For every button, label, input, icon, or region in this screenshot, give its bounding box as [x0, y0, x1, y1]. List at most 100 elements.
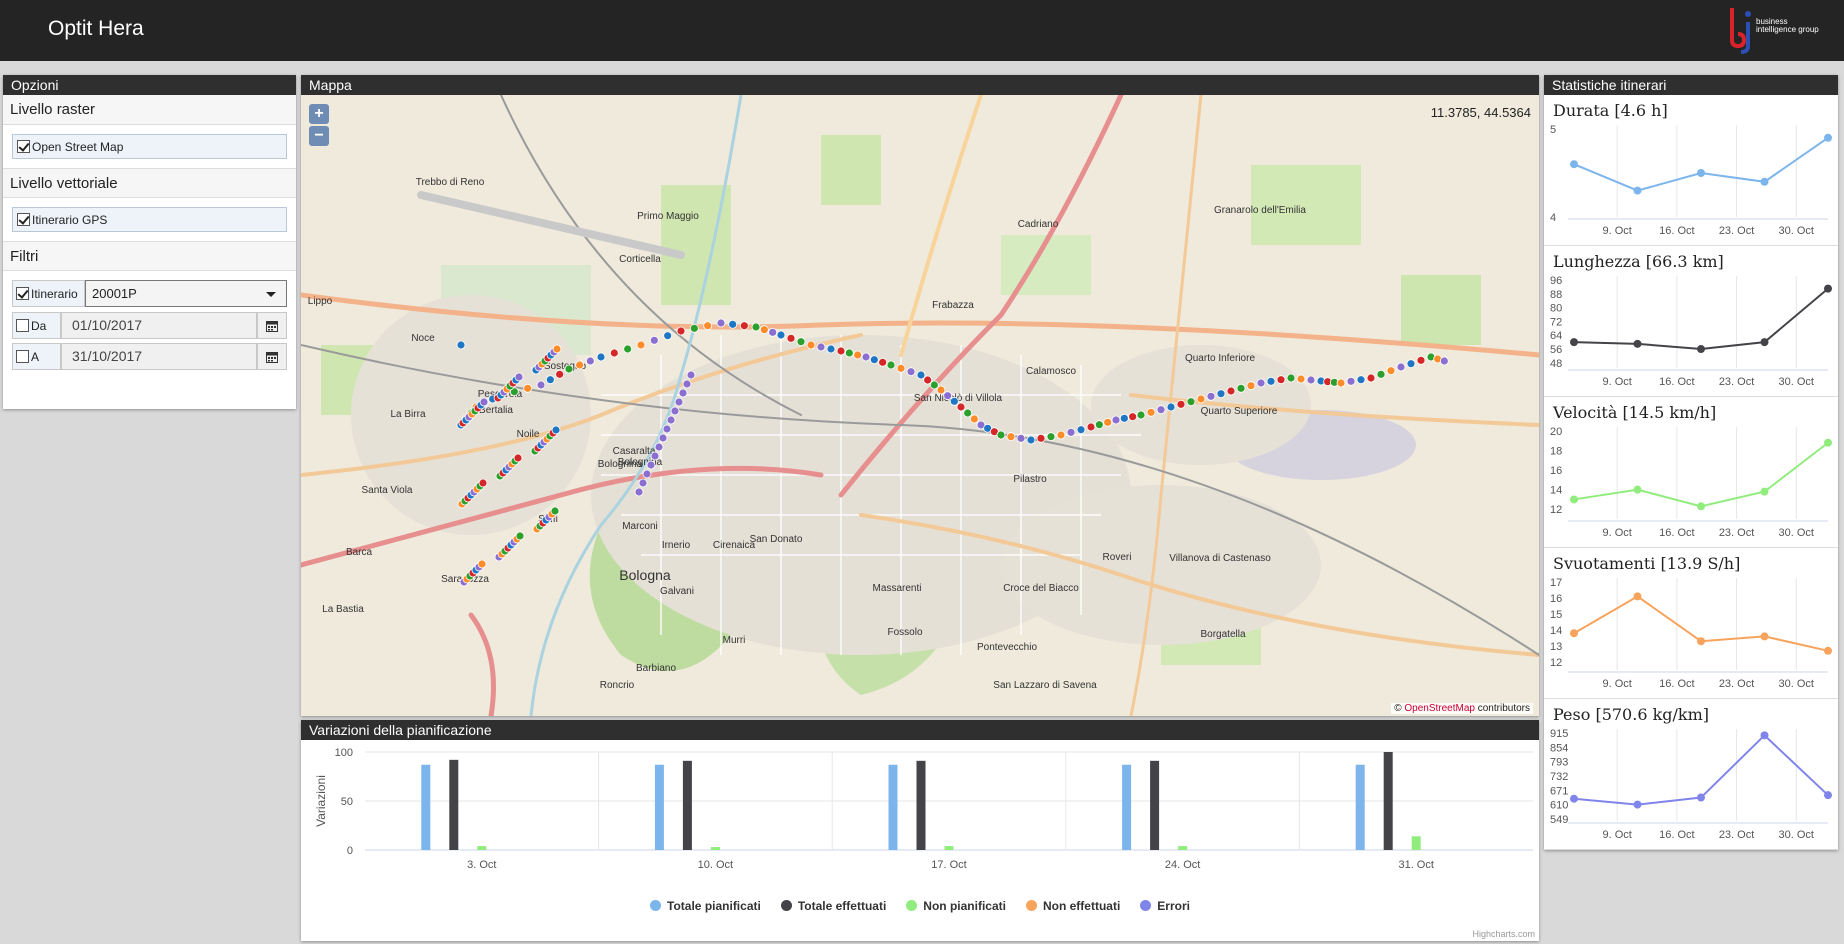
y-tick-label: 14: [1550, 485, 1562, 497]
route-point: [545, 375, 555, 385]
bar: [1178, 846, 1188, 850]
route-point: [515, 531, 525, 541]
from-checkbox[interactable]: [16, 319, 29, 332]
data-point: [1760, 487, 1769, 496]
route-point: [1094, 420, 1104, 430]
bar: [682, 760, 692, 850]
highcharts-credit[interactable]: Highcharts.com: [1472, 929, 1535, 939]
zoom-out-button[interactable]: −: [309, 126, 329, 146]
to-date-input[interactable]: 31/10/2017: [61, 343, 257, 370]
route-point: [536, 380, 546, 390]
zoom-in-button[interactable]: +: [309, 104, 329, 124]
bar: [1150, 760, 1160, 850]
data-point: [1760, 731, 1769, 740]
route-point: [674, 397, 684, 407]
legend-label: Errori: [1157, 898, 1190, 913]
raster-checkbox[interactable]: [17, 140, 30, 153]
route-point: [1286, 373, 1296, 383]
itinerary-value: 20001P: [92, 286, 137, 301]
data-point: [1570, 629, 1578, 638]
route-point: [906, 367, 916, 377]
legend-item[interactable]: Errori: [1140, 899, 1190, 913]
route-point: [869, 355, 879, 365]
route-point: [479, 397, 489, 407]
itinerary-select[interactable]: 20001P: [85, 280, 287, 307]
x-tick-label: 30. Oct: [1779, 678, 1814, 690]
legend-marker: [1140, 900, 1152, 911]
route-point: [1016, 433, 1026, 443]
filters-section-title: Filtri: [3, 241, 296, 271]
data-point: [1697, 345, 1705, 354]
from-date-input[interactable]: 01/10/2017: [61, 312, 257, 339]
y-tick-label: 48: [1550, 358, 1562, 370]
route-point: [816, 342, 826, 352]
data-point: [1633, 800, 1642, 809]
route-point: [886, 360, 896, 370]
y-tick-label: 610: [1550, 800, 1568, 812]
x-tick-label: 30. Oct: [1779, 527, 1814, 539]
route-point: [646, 460, 656, 470]
route-point: [703, 321, 713, 331]
itinerary-filter-label[interactable]: Itinerario: [12, 280, 85, 307]
openstreetmap-link[interactable]: OpenStreetMap: [1404, 703, 1475, 714]
x-tick-label: 30. Oct: [1779, 829, 1814, 841]
map-canvas[interactable]: Calderara di RenoTrebbo di RenoPrimo Mag…: [301, 95, 1539, 716]
x-tick-label: 24. Oct: [1165, 859, 1200, 871]
data-point: [1697, 637, 1705, 646]
stat-line-chart: 549 610 671 732 793 854 915 9. Oct 16. Oct 23. Oc…: [1550, 728, 1832, 841]
to-label: A: [31, 349, 40, 364]
x-tick-label: 10. Oct: [698, 859, 733, 871]
legend-marker: [906, 900, 918, 911]
map-header: Mappa: [301, 75, 1539, 95]
y-tick-label: 15: [1550, 609, 1562, 621]
from-filter-label[interactable]: Da: [12, 312, 61, 339]
map-label: Pilastro: [1013, 474, 1047, 485]
stat-chart-block: Durata [4.6 h] 4 5 9. Oct 16. Oct 23. Oct 30. …: [1544, 95, 1838, 246]
data-point: [1633, 186, 1642, 195]
vector-checkbox[interactable]: [17, 213, 30, 226]
legend-label: Totale pianificati: [667, 898, 761, 913]
map-label: La Bastia: [322, 604, 364, 615]
from-calendar-button[interactable]: [257, 312, 287, 339]
map-attribution: © OpenStreetMap contributors: [1391, 703, 1533, 714]
route-point: [666, 415, 676, 425]
map-label: San Donato: [750, 534, 803, 545]
data-point: [1570, 794, 1578, 803]
x-tick-label: 16. Oct: [1659, 678, 1694, 690]
legend-item[interactable]: Non effettuati: [1025, 899, 1120, 913]
route-point: [936, 385, 946, 395]
data-point: [1697, 502, 1705, 511]
to-checkbox[interactable]: [16, 350, 29, 363]
route-point: [929, 380, 939, 390]
data-point: [1697, 793, 1705, 802]
route-point: [1276, 375, 1286, 385]
vector-layer-toggle[interactable]: Itinerario GPS: [12, 207, 287, 232]
map-label: Quarto Inferiore: [1185, 353, 1255, 364]
map-label: Bologna: [619, 567, 671, 583]
map-label: Massarenti: [873, 583, 922, 594]
route-point: [1026, 435, 1036, 445]
route-point: [1266, 376, 1276, 386]
data-point: [1824, 646, 1832, 655]
itinerary-checkbox[interactable]: [16, 287, 29, 300]
route-point: [1166, 402, 1176, 412]
y-tick-label: 732: [1550, 771, 1568, 783]
x-tick-label: 23. Oct: [1719, 376, 1754, 388]
series-line: [1573, 441, 1829, 508]
to-calendar-button[interactable]: [257, 343, 287, 370]
route-point: [1196, 394, 1206, 404]
y-tick-label: 854: [1550, 742, 1568, 754]
route-point: [1111, 415, 1121, 425]
route-point: [1119, 413, 1129, 423]
to-filter-label[interactable]: A: [12, 343, 61, 370]
route-point: [943, 391, 953, 401]
legend-item[interactable]: Totale pianificati: [650, 899, 761, 913]
map-tiles[interactable]: Calderara di RenoTrebbo di RenoPrimo Mag…: [301, 95, 1539, 716]
legend-item[interactable]: Totale effettuati: [780, 899, 886, 913]
raster-layer-toggle[interactable]: Open Street Map: [12, 134, 287, 159]
legend-item[interactable]: Non pianificati: [906, 899, 1006, 913]
logo-text: business intelligence group: [1756, 17, 1819, 34]
from-label: Da: [31, 318, 47, 333]
map-label: San Lazzaro di Savena: [993, 680, 1097, 691]
route-point: [1296, 374, 1306, 384]
